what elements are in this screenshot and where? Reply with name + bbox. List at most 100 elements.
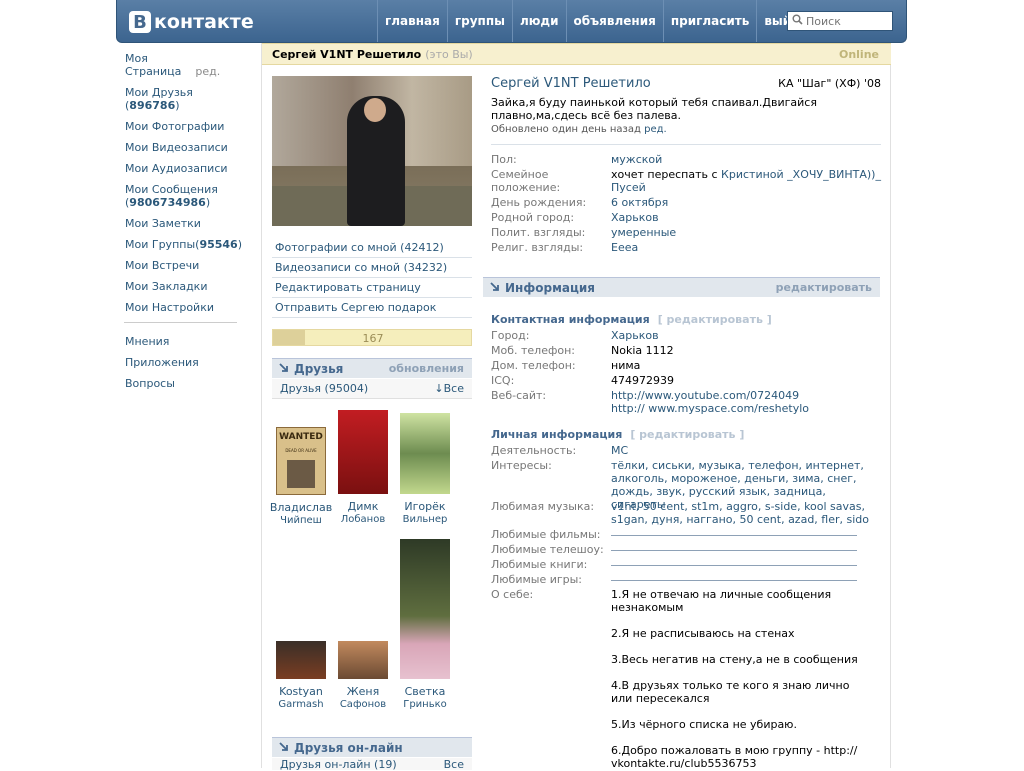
nav-my-photos[interactable]: Мои Фотографии: [125, 120, 245, 133]
friend-avatar: [400, 539, 450, 679]
nav-edit-link[interactable]: ред.: [195, 65, 220, 78]
nav-my-messages[interactable]: Мои Сообщения (9806734986): [125, 183, 245, 209]
nav-invite[interactable]: пригласить: [662, 0, 757, 42]
friend-item[interactable]: Димк Лобанов: [331, 410, 395, 526]
row-key: Деятельность:: [491, 444, 577, 457]
nav-my-page[interactable]: Моя Страница: [125, 52, 181, 78]
nav-main[interactable]: главная: [377, 0, 447, 42]
profile-main: Сергей V1NT Решетило (это Вы) Online Фото…: [261, 43, 891, 770]
friends-count-link[interactable]: Друзья (95004): [280, 382, 368, 395]
nav-my-groups-label: Мои Группы: [125, 238, 196, 251]
search-input[interactable]: [806, 14, 886, 28]
status-updated-text: Обновлено один день назад: [491, 124, 641, 135]
online-friends-count-link[interactable]: Друзья он-лайн (19): [280, 758, 397, 770]
friends-all-link[interactable]: ↓Все: [434, 382, 464, 395]
nav-my-friends[interactable]: Мои Друзья (896786): [125, 86, 245, 112]
vk-logo[interactable]: В контакте: [129, 10, 254, 34]
status-edit-link[interactable]: ред.: [644, 124, 667, 135]
row-value[interactable]: v1nt, 50 cent, st1m, aggro, s-side, kool…: [611, 500, 873, 526]
nav-divider: [124, 322, 237, 323]
row-key: Город:: [491, 329, 530, 342]
row-value[interactable]: 6 октября: [611, 196, 881, 209]
nav-apps[interactable]: Приложения: [125, 356, 245, 369]
photo-head: [364, 98, 386, 122]
nav-my-bookmarks[interactable]: Мои Закладки: [125, 280, 245, 293]
info-edit-link[interactable]: редактировать: [776, 281, 872, 294]
online-friends-subheader: Друзья он-лайн (19) Все: [272, 758, 472, 770]
blank-line: [611, 535, 857, 536]
top-nav: главная группы люди объявления пригласит…: [377, 0, 814, 42]
profile-photo[interactable]: [272, 76, 472, 226]
rating-bar[interactable]: 167: [272, 329, 472, 346]
row-value[interactable]: мужской: [611, 153, 881, 166]
friend-item[interactable]: Светка Гринько: [393, 539, 457, 711]
profile-school[interactable]: КА "Шаг" (ХФ) '08: [778, 77, 881, 90]
personal-info-label: Личная информация: [491, 428, 623, 441]
row-value[interactable]: Харьков: [611, 211, 881, 224]
online-friends-title: Друзья он-лайн: [294, 741, 403, 755]
videos-with-me-link[interactable]: Видеозаписи со мной (34232): [272, 258, 472, 278]
friends-updates-link[interactable]: обновления: [389, 362, 464, 375]
friends-all-label: Все: [443, 382, 464, 395]
nav-my-settings[interactable]: Мои Настройки: [125, 301, 245, 314]
nav-groups[interactable]: группы: [446, 0, 512, 42]
row-value[interactable]: Еееа: [611, 241, 881, 254]
friend-first-name: Женя: [346, 685, 380, 698]
nav-my-notes[interactable]: Мои Заметки: [125, 217, 245, 230]
arrow-down-right-icon: [279, 742, 288, 751]
row-value[interactable]: http://www.youtube.com/0724049 http:// w…: [611, 389, 826, 415]
friend-item[interactable]: Kostyan Garmash: [269, 641, 333, 711]
row-value[interactable]: MC: [611, 444, 881, 457]
friend-last-name: Лобанов: [340, 514, 386, 525]
nav-my-events[interactable]: Мои Встречи: [125, 259, 245, 272]
nav-my-videos[interactable]: Мои Видеозаписи: [125, 141, 245, 154]
row-key: Любимые телешоу:: [491, 543, 604, 556]
header-name: Сергей V1NT Решетило: [272, 48, 422, 61]
friend-last-name: Сафонов: [339, 699, 387, 710]
profile-actions: Фотографии со мной (42412) Видеозаписи с…: [272, 238, 472, 318]
row-key: Любимая музыка:: [491, 500, 595, 513]
search-icon: [792, 14, 803, 28]
online-status: Online: [838, 48, 879, 61]
friend-first-name: Игорёк: [404, 500, 446, 513]
online-friends-all-link[interactable]: Все: [444, 758, 464, 770]
info-title: Информация: [505, 281, 595, 295]
personal-edit-link[interactable]: [ редактировать ]: [630, 428, 744, 441]
friend-last-name: Гринько: [403, 699, 447, 710]
row-value[interactable]: Харьков: [611, 329, 881, 342]
profile-header: Сергей V1NT Решетило (это Вы) Online: [262, 43, 891, 65]
contact-edit-link[interactable]: [ редактировать ]: [658, 313, 772, 326]
nav-my-groups[interactable]: Мои Группы(95546): [125, 238, 245, 251]
contact-info-title: Контактная информация [ редактировать ]: [491, 313, 772, 326]
blank-line: [611, 565, 857, 566]
row-key: Любимые книги:: [491, 558, 588, 571]
friend-item[interactable]: Игорёк Вильнер: [393, 413, 457, 526]
nav-people[interactable]: люди: [511, 0, 566, 42]
arrow-down-right-icon: [279, 363, 288, 372]
send-gift-link[interactable]: Отправить Сергею подарок: [272, 298, 472, 318]
photos-with-me-link[interactable]: Фотографии со мной (42412): [272, 238, 472, 258]
info-section-header[interactable]: Информация редактировать: [483, 277, 880, 297]
row-key: ICQ:: [491, 374, 515, 387]
wanted-text: WANTED: [279, 432, 323, 442]
row-value: 474972939: [611, 374, 674, 387]
row-value[interactable]: умеренные: [611, 226, 881, 239]
friend-avatar: [338, 410, 388, 494]
nav-opinions[interactable]: Мнения: [125, 335, 245, 348]
friend-first-name: Kostyan: [279, 685, 323, 698]
blank-line: [611, 580, 857, 581]
friend-first-name: Светка: [404, 685, 446, 698]
row-key: День рождения:: [491, 196, 587, 209]
nav-my-audio[interactable]: Мои Аудиозаписи: [125, 162, 245, 175]
online-friends-header[interactable]: Друзья он-лайн: [272, 737, 472, 757]
friend-item[interactable]: WANTED DEAD OR ALIVE Владислав Чийпеш: [269, 427, 333, 527]
friend-item[interactable]: Женя Сафонов: [331, 641, 395, 711]
about-line: 3.Весь негатив на стену,а не в сообщения: [611, 653, 858, 666]
edit-page-link[interactable]: Редактировать страницу: [272, 278, 472, 298]
nav-ads[interactable]: объявления: [565, 0, 663, 42]
blank-line: [611, 550, 857, 551]
nav-questions[interactable]: Вопросы: [125, 377, 245, 390]
arrow-down-right-icon: [490, 282, 499, 291]
friends-section-header[interactable]: Друзья обновления: [272, 358, 472, 378]
groups-count: 95546: [199, 238, 238, 251]
